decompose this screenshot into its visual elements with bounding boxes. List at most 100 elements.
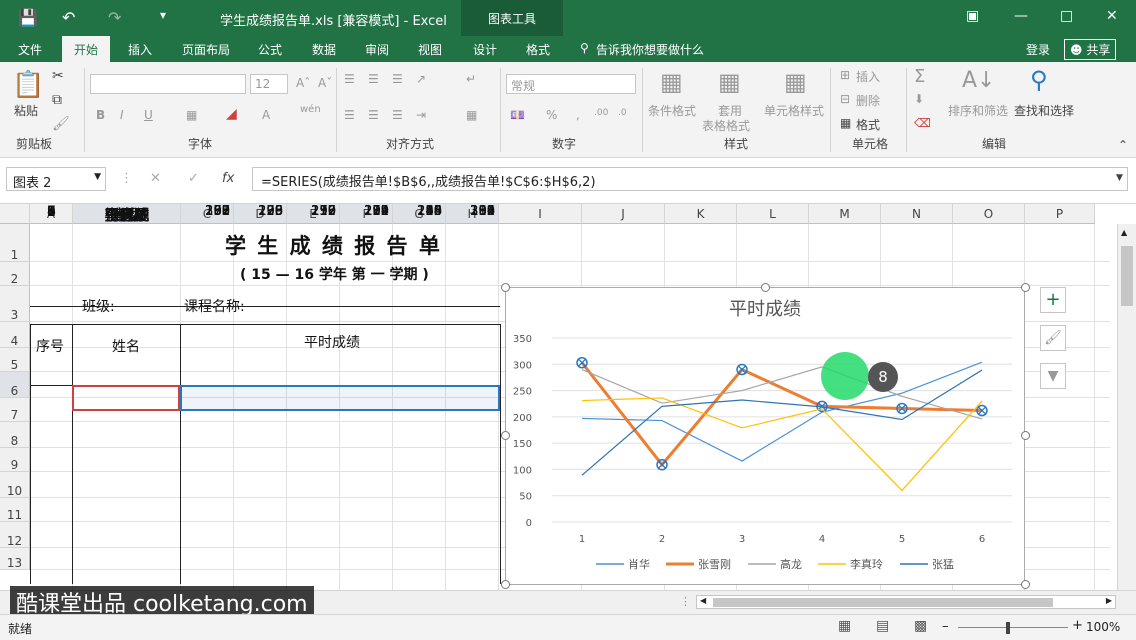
orientation-icon[interactable]: ↗ xyxy=(416,72,426,86)
align-bottom-icon[interactable]: ☰ xyxy=(392,72,403,86)
row-header[interactable]: 11 xyxy=(0,498,30,522)
conditional-format-icon[interactable]: ▦ xyxy=(660,68,683,96)
column-header[interactable]: P xyxy=(1025,204,1095,224)
tell-me-input[interactable]: 告诉我你想要做什么 xyxy=(596,41,704,58)
underline-icon[interactable]: U xyxy=(144,108,153,122)
collapse-ribbon-icon[interactable]: ⌃ xyxy=(1118,138,1128,152)
tab-file[interactable]: 文件 xyxy=(18,41,42,58)
row-header[interactable]: 10 xyxy=(0,472,30,498)
column-header[interactable]: J xyxy=(582,204,665,224)
italic-icon[interactable]: I xyxy=(120,108,124,122)
insert-cells-label[interactable]: 插入 xyxy=(856,68,880,85)
vertical-scrollbar[interactable]: ▲ xyxy=(1117,224,1136,590)
column-header[interactable]: O xyxy=(953,204,1025,224)
page-layout-view-icon[interactable]: ▤ xyxy=(876,618,889,634)
tab-format[interactable]: 格式 xyxy=(526,41,550,58)
percent-icon[interactable]: % xyxy=(546,108,557,122)
save-icon[interactable]: 💾 xyxy=(18,8,38,27)
login-link[interactable]: 登录 xyxy=(1026,41,1050,58)
font-color-icon[interactable]: A xyxy=(262,108,270,122)
chart-styles-button[interactable]: 🖌 xyxy=(1040,325,1066,351)
border-icon[interactable]: ▦ xyxy=(186,108,197,122)
row-header[interactable]: 4 xyxy=(0,322,30,348)
bold-icon[interactable]: B xyxy=(96,108,105,122)
maximize-icon[interactable]: □ xyxy=(1060,8,1073,24)
tell-me-icon[interactable]: ⚲ xyxy=(580,41,589,55)
column-header[interactable]: K xyxy=(665,204,737,224)
scroll-right-icon[interactable]: ▶ xyxy=(1106,596,1112,605)
row-header[interactable]: 12 xyxy=(0,522,30,548)
font-name-combo[interactable] xyxy=(90,74,246,94)
tab-data[interactable]: 数据 xyxy=(312,41,336,58)
clear-icon[interactable]: ⌫ xyxy=(914,116,931,130)
chart-handle-r[interactable] xyxy=(1021,431,1030,440)
delete-cells-label[interactable]: 删除 xyxy=(856,92,880,109)
chart-elements-button[interactable]: + xyxy=(1040,287,1066,313)
column-header[interactable]: L xyxy=(737,204,809,224)
page-break-view-icon[interactable]: ▩ xyxy=(914,618,927,634)
delete-cells-icon[interactable]: ⊟ xyxy=(840,92,850,106)
zoom-in-icon[interactable]: + xyxy=(1072,618,1083,633)
row-header[interactable]: 13 xyxy=(0,548,30,570)
worksheet[interactable]: ABCDEFGHIJKLMNOP 1 2 3 4 5 6 7 8 9 10 11 12 13 学 生 成… xyxy=(0,204,1136,590)
copy-icon[interactable]: ⧉ xyxy=(52,92,62,108)
paste-label[interactable]: 粘贴 xyxy=(14,102,38,119)
zoom-slider[interactable] xyxy=(958,627,1068,628)
chevron-down-icon[interactable]: ▼ xyxy=(94,172,101,182)
decrease-font-icon[interactable]: Aˇ xyxy=(318,76,332,90)
row-header[interactable]: 9 xyxy=(0,448,30,472)
autosum-icon[interactable]: Σ xyxy=(914,66,925,87)
row-header[interactable]: 5 xyxy=(0,348,30,372)
cell-style-label[interactable]: 单元格样式 xyxy=(764,102,824,119)
row-header[interactable]: 8 xyxy=(0,422,30,448)
tab-review[interactable]: 审阅 xyxy=(365,41,389,58)
expand-formula-icon[interactable]: ▼ xyxy=(1116,173,1123,183)
chart-handle-tr[interactable] xyxy=(1021,283,1030,292)
name-box[interactable]: 图表 2 ▼ xyxy=(6,167,106,191)
sort-filter-label[interactable]: 排序和筛选 xyxy=(948,102,1008,119)
number-format-combo[interactable]: 常规 xyxy=(506,74,636,94)
zoom-slider-thumb[interactable] xyxy=(1006,622,1010,634)
wrap-text-icon[interactable]: ↵ xyxy=(466,72,476,86)
tab-design[interactable]: 设计 xyxy=(473,41,497,58)
column-header[interactable]: N xyxy=(881,204,953,224)
accounting-icon[interactable]: 💷 xyxy=(510,108,525,122)
font-size-combo[interactable]: 12 xyxy=(250,74,288,94)
align-middle-icon[interactable]: ☰ xyxy=(368,72,379,86)
insert-function-icon[interactable]: fx xyxy=(222,171,234,186)
cancel-icon[interactable]: ✕ xyxy=(150,171,161,186)
increase-font-icon[interactable]: Aˆ xyxy=(296,76,310,90)
sort-filter-icon[interactable]: A↓ xyxy=(962,68,995,93)
normal-view-icon[interactable]: ▦ xyxy=(838,618,851,634)
formula-input[interactable]: =SERIES(成绩报告单!$B$6,,成绩报告单!$C$6:$H$6,2) xyxy=(252,167,1128,191)
tab-split-icon[interactable]: ⋮ xyxy=(680,595,691,608)
zoom-out-icon[interactable]: – xyxy=(942,619,949,634)
find-select-label[interactable]: 查找和选择 xyxy=(1014,102,1074,119)
ribbon-display-icon[interactable]: ▣ xyxy=(966,8,979,24)
decrease-decimal-icon[interactable]: .0 xyxy=(618,108,627,118)
zoom-level[interactable]: 100% xyxy=(1086,620,1120,634)
row-header[interactable]: 6 xyxy=(0,372,30,398)
horizontal-scrollbar[interactable]: ◀ ▶ xyxy=(696,595,1116,609)
customize-qa-icon[interactable]: ▾ xyxy=(160,8,166,22)
chart[interactable]: 平时成绩 0 50 100 150 200 250 300 350 1 2 3 4 5 6 肖华 张雪刚 高龙 李真… xyxy=(505,287,1025,585)
share-button[interactable]: ☻ 共享 xyxy=(1064,39,1117,60)
increase-decimal-icon[interactable]: .00 xyxy=(594,108,608,118)
minimize-icon[interactable]: — xyxy=(1014,8,1028,24)
fill-icon[interactable]: ⬇ xyxy=(914,92,924,106)
phonetic-icon[interactable]: wén xyxy=(300,104,321,115)
fill-color-icon[interactable]: ◢ xyxy=(226,106,237,122)
chart-handle-br[interactable] xyxy=(1021,580,1030,589)
scroll-up-icon[interactable]: ▲ xyxy=(1121,228,1127,237)
align-top-icon[interactable]: ☰ xyxy=(344,72,355,86)
table-format-icon[interactable]: ▦ xyxy=(718,68,741,96)
tab-page-layout[interactable]: 页面布局 xyxy=(182,41,230,58)
comma-icon[interactable]: , xyxy=(576,108,580,122)
hscroll-thumb[interactable] xyxy=(713,598,1053,607)
column-header[interactable]: I xyxy=(499,204,582,224)
row-header[interactable]: 7 xyxy=(0,398,30,422)
align-center-icon[interactable]: ☰ xyxy=(368,108,379,122)
row-header[interactable]: 2 xyxy=(0,262,30,286)
tab-home[interactable]: 开始 xyxy=(62,36,111,62)
chart-filters-button[interactable]: ▼ xyxy=(1040,363,1066,389)
